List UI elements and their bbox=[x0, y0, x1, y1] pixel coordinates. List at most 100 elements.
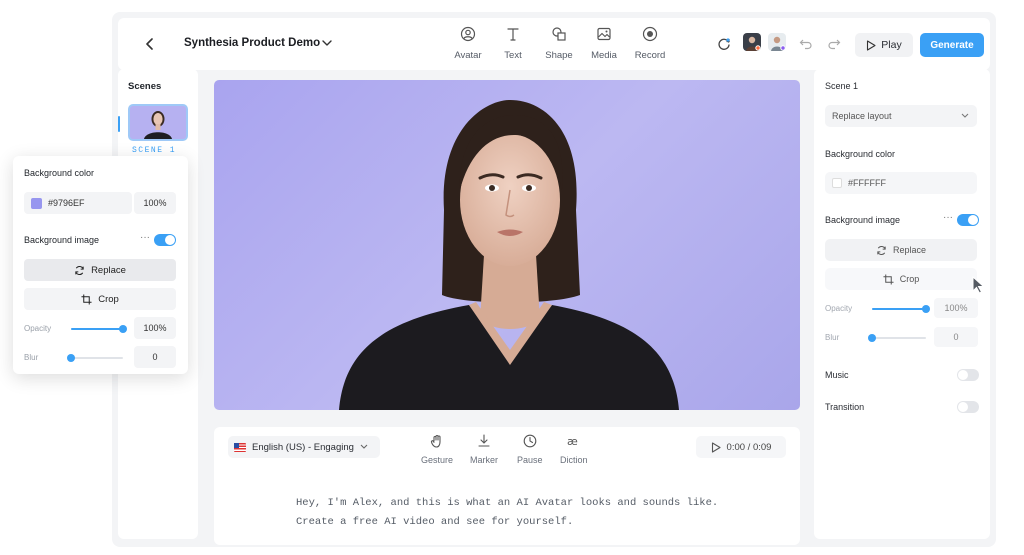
gesture-label: Gesture bbox=[421, 455, 454, 465]
replace-image-button[interactable]: Replace bbox=[24, 259, 176, 281]
opacity-label: Opacity bbox=[825, 304, 853, 313]
music-toggle[interactable] bbox=[957, 369, 979, 381]
play-icon bbox=[867, 39, 876, 51]
collaborator-avatar[interactable] bbox=[743, 33, 761, 51]
more-options-icon[interactable]: ··· bbox=[140, 232, 150, 243]
playback-time: 0:00 / 0:09 bbox=[726, 441, 772, 453]
active-scene-marker bbox=[118, 116, 120, 132]
layout-select[interactable]: Replace layout bbox=[825, 105, 977, 127]
tool-avatar[interactable]: Avatar bbox=[445, 26, 491, 63]
chevron-down-icon bbox=[322, 40, 332, 46]
opacity-value[interactable]: 100% bbox=[134, 317, 176, 339]
tool-label: Media bbox=[591, 50, 617, 61]
editor-window: Synthesia Product Demo Avatar Text Shape… bbox=[112, 12, 996, 547]
tool-shape[interactable]: Shape bbox=[536, 26, 582, 63]
slider-handle[interactable] bbox=[922, 305, 930, 313]
record-icon bbox=[642, 26, 658, 42]
undo-button[interactable] bbox=[797, 35, 815, 53]
slider-handle[interactable] bbox=[119, 325, 127, 333]
tool-label: Record bbox=[634, 50, 666, 61]
sync-icon bbox=[718, 38, 730, 50]
pause-button[interactable]: Pause bbox=[517, 434, 543, 468]
blur-value[interactable]: 0 bbox=[134, 346, 176, 368]
refresh-icon bbox=[877, 245, 886, 255]
tool-label: Text bbox=[504, 50, 522, 61]
tool-media[interactable]: Media bbox=[581, 26, 627, 63]
blur-label: Blur bbox=[825, 333, 840, 342]
tool-text[interactable]: Text bbox=[490, 26, 536, 63]
generate-button[interactable]: Generate bbox=[920, 33, 984, 57]
color-swatch[interactable] bbox=[31, 197, 42, 209]
crop-label: Crop bbox=[899, 274, 920, 284]
pause-clock-icon bbox=[523, 434, 537, 448]
transition-toggle[interactable] bbox=[957, 401, 979, 413]
opacity-label: Opacity bbox=[24, 324, 52, 333]
gesture-button[interactable]: Gesture bbox=[421, 434, 453, 468]
blur-label: Blur bbox=[24, 353, 39, 362]
bg-color-label: Background color bbox=[825, 149, 896, 159]
tool-label: Avatar bbox=[454, 50, 482, 61]
title-menu-button[interactable] bbox=[320, 36, 334, 50]
voice-language-label: English (US) - Engaging bbox=[252, 441, 354, 453]
diction-button[interactable]: æ Diction bbox=[560, 434, 588, 468]
tool-record[interactable]: Record bbox=[627, 26, 673, 63]
slider-handle[interactable] bbox=[868, 334, 876, 342]
opacity-slider[interactable] bbox=[71, 325, 127, 333]
marker-button[interactable]: Marker bbox=[470, 434, 498, 468]
transition-label: Transition bbox=[825, 402, 865, 412]
scene-thumbnail[interactable] bbox=[128, 104, 188, 141]
slider-handle[interactable] bbox=[67, 354, 75, 362]
bg-color-field[interactable]: #FFFFFF bbox=[825, 172, 977, 194]
chevron-down-icon bbox=[961, 113, 969, 118]
opacity-slider[interactable] bbox=[872, 305, 930, 313]
bg-image-label: Background image bbox=[825, 215, 901, 225]
script-text-area[interactable]: Hey, I'm Alex, and this is what an AI Av… bbox=[296, 494, 718, 532]
crop-icon bbox=[883, 273, 894, 285]
voice-language-select[interactable]: English (US) - Engaging bbox=[228, 436, 380, 458]
color-swatch[interactable] bbox=[832, 178, 842, 188]
scene-title: Scene 1 bbox=[825, 81, 859, 91]
crop-icon bbox=[81, 293, 92, 305]
sync-button[interactable] bbox=[715, 35, 733, 53]
bg-image-toggle[interactable] bbox=[957, 214, 979, 226]
chevron-left-icon bbox=[146, 38, 153, 50]
slider-fill bbox=[872, 308, 926, 310]
top-bar: Synthesia Product Demo Avatar Text Shape… bbox=[118, 18, 990, 70]
collaborator-avatar[interactable] bbox=[768, 33, 786, 51]
person-icon bbox=[771, 36, 786, 51]
tool-label: Shape bbox=[545, 50, 573, 61]
play-button[interactable]: Play bbox=[855, 33, 913, 57]
layout-select-value: Replace layout bbox=[832, 111, 892, 121]
replace-image-button[interactable]: Replace bbox=[825, 239, 977, 261]
back-button[interactable] bbox=[140, 34, 160, 54]
blur-value[interactable]: 0 bbox=[934, 327, 978, 347]
redo-icon bbox=[828, 39, 841, 50]
blur-slider[interactable] bbox=[67, 354, 123, 362]
media-icon bbox=[597, 27, 611, 41]
script-panel: English (US) - Engaging Gesture Marker P… bbox=[214, 427, 800, 545]
video-canvas[interactable] bbox=[214, 80, 800, 410]
project-title[interactable]: Synthesia Product Demo bbox=[184, 37, 320, 49]
gesture-icon bbox=[430, 434, 441, 448]
svg-text:æ: æ bbox=[567, 435, 578, 448]
crop-image-button[interactable]: Crop bbox=[24, 288, 176, 310]
diction-label: Diction bbox=[560, 455, 588, 465]
script-line: Hey, I'm Alex, and this is what an AI Av… bbox=[296, 497, 719, 509]
text-icon bbox=[507, 28, 519, 41]
script-line: Create a free AI video and see for yours… bbox=[296, 516, 574, 528]
bg-color-hex-field[interactable]: #9796EF bbox=[24, 192, 132, 214]
undo-icon bbox=[799, 39, 812, 50]
properties-panel: Scene 1 Replace layout Background color … bbox=[814, 69, 990, 539]
crop-image-button[interactable]: Crop bbox=[825, 268, 977, 290]
bg-color-opacity-field[interactable]: 100% bbox=[134, 192, 176, 214]
opacity-value[interactable]: 100% bbox=[934, 298, 978, 318]
blur-slider[interactable] bbox=[868, 334, 926, 342]
bg-image-toggle[interactable] bbox=[154, 234, 176, 246]
avatar-thumbnail-image bbox=[130, 106, 186, 139]
more-options-icon[interactable]: ··· bbox=[943, 212, 953, 223]
us-flag-icon bbox=[234, 442, 246, 452]
avatar-icon bbox=[460, 26, 476, 42]
shape-icon bbox=[552, 27, 566, 41]
redo-button[interactable] bbox=[825, 35, 843, 53]
preview-play-button[interactable]: 0:00 / 0:09 bbox=[696, 436, 786, 458]
